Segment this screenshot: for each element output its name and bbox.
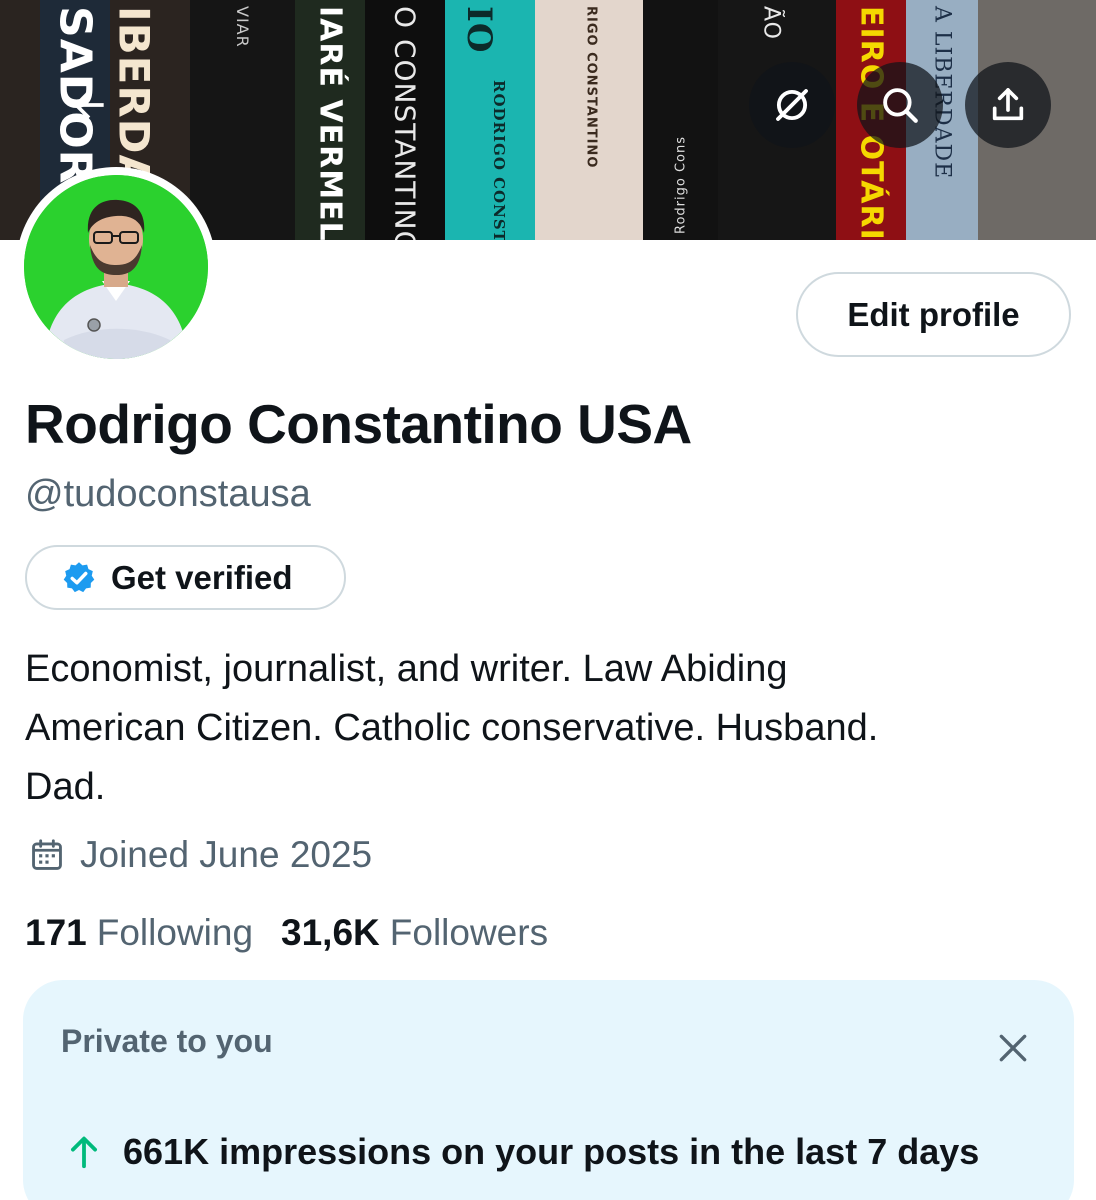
book-spine: RIGO CONSTANTINO: [535, 0, 643, 240]
spine-text: Rodrigo Cons: [673, 136, 688, 234]
calendar-icon: [32, 839, 62, 870]
book-spine: Rodrigo Cons: [643, 0, 718, 240]
following-count: 171: [25, 912, 87, 953]
get-verified-button[interactable]: Get verified: [25, 545, 346, 610]
avatar-image: [24, 175, 208, 359]
followers-label: Followers: [389, 912, 549, 953]
spine-text: RIGO CONSTANTINO: [583, 6, 599, 169]
impressions-text: 661K impressions on your posts in the la…: [123, 1131, 980, 1172]
edit-profile-button[interactable]: Edit profile: [796, 272, 1071, 357]
spine-text: VIAR: [233, 6, 252, 48]
grok-button[interactable]: [749, 62, 835, 148]
search-icon: [883, 88, 918, 123]
bio-line: Dad.: [25, 766, 106, 808]
spine-text: ÃO: [758, 6, 784, 40]
joined-text: Joined June 2025: [80, 834, 373, 875]
followers-link[interactable]: 31,6K Followers: [281, 912, 548, 954]
profile-avatar[interactable]: [16, 167, 216, 367]
bio-line: Economist, journalist, and writer. Law A…: [25, 648, 788, 690]
close-icon: [999, 1034, 1027, 1062]
following-label: Following: [96, 912, 254, 953]
joined-date: Joined June 2025: [28, 834, 372, 876]
book-spine: VIAR: [190, 0, 295, 240]
spine-text: IARÉ VERMELH: [312, 6, 348, 240]
spine-text: IO: [459, 6, 500, 54]
book-spine: [0, 0, 40, 240]
follow-stats: 171 Following 31,6K Followers: [25, 912, 548, 954]
book-spine: IO RODRIGO CONSTANTINO: [445, 0, 535, 240]
share-icon: [992, 88, 1024, 121]
close-card-button[interactable]: [993, 1028, 1033, 1068]
verified-badge-icon: [63, 561, 95, 592]
get-verified-label: Get verified: [111, 558, 293, 596]
share-button[interactable]: [965, 62, 1051, 148]
private-insights-card[interactable]: Private to you 661K impressions on your …: [23, 980, 1074, 1200]
card-title: Private to you: [61, 1023, 273, 1059]
impressions-stat: 661K impressions on your posts in the la…: [65, 1131, 979, 1173]
following-link[interactable]: 171 Following: [25, 912, 253, 954]
book-spine: O CONSTANTINO: [365, 0, 445, 240]
back-button[interactable]: [46, 62, 132, 148]
display-name: Rodrigo Constantino USA: [25, 393, 692, 455]
grok-icon: [776, 89, 808, 121]
bio-line: American Citizen. Catholic conservative.…: [25, 707, 879, 749]
back-arrow-icon: [73, 90, 104, 120]
book-spine: IARÉ VERMELH: [295, 0, 365, 240]
spine-text: RODRIGO CONSTANTINO: [490, 80, 508, 240]
arrow-up-icon: [71, 1136, 97, 1169]
followers-count: 31,6K: [281, 912, 380, 953]
spine-text: O CONSTANTINO: [388, 6, 422, 240]
search-button[interactable]: [857, 62, 943, 148]
profile-bio: Economist, journalist, and writer. Law A…: [25, 640, 1065, 817]
user-handle: @tudoconstausa: [25, 473, 311, 515]
